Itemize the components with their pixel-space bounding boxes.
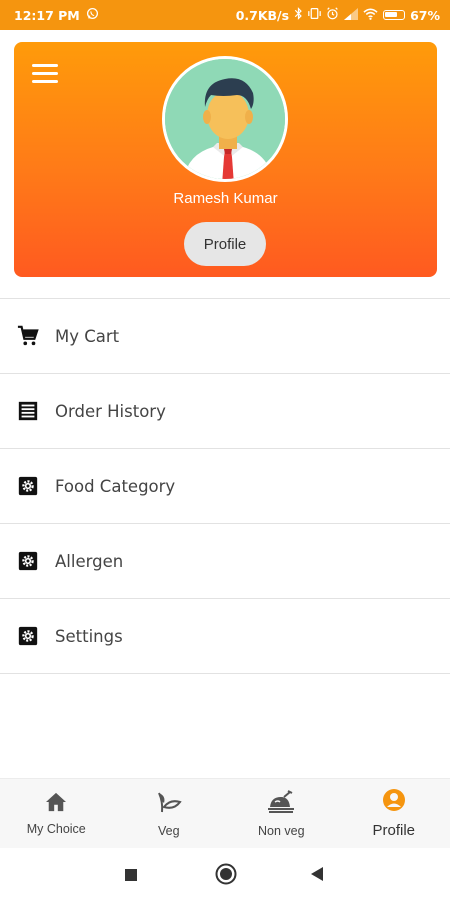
menu-item-food-category[interactable]: Food Category [0,449,450,524]
bottom-navigation: My Choice Veg Non veg Profile [0,778,450,848]
hamburger-menu-icon[interactable] [32,64,58,84]
menu-item-label: My Cart [55,326,120,346]
status-bar: 12:17 PM 0.7KB/s 67% [0,0,450,30]
cart-icon [16,324,40,348]
nav-item-non-veg[interactable]: Non veg [225,779,338,848]
avatar [162,56,288,182]
menu-item-order-history[interactable]: Order History [0,374,450,449]
account-circle-icon [382,788,406,817]
menu-item-label: Food Category [55,476,176,496]
nav-item-label: My Choice [26,821,86,836]
profile-header-card: Ramesh Kumar Profile [14,42,437,277]
profile-menu-list: My Cart Order History Food Category Alle… [0,298,450,674]
gear-icon [16,624,40,648]
home-circle-icon[interactable] [215,863,237,889]
alarm-icon [326,7,339,23]
receipt-icon [16,399,40,423]
roast-chicken-icon [266,789,296,819]
menu-item-settings[interactable]: Settings [0,599,450,674]
wifi-icon [363,8,378,23]
network-speed: 0.7KB/s [235,7,290,23]
battery-percent: 67% [410,7,440,23]
menu-item-label: Settings [55,626,123,646]
nav-item-label: Profile [372,822,416,839]
profile-button[interactable]: Profile [184,222,266,266]
home-icon [45,792,67,817]
gear-icon [16,549,40,573]
nav-item-label: Non veg [257,823,305,838]
signal-icon [344,7,359,23]
vibrate-icon [308,7,321,23]
bluetooth-icon [294,7,303,23]
system-navigation-bar [0,848,450,900]
battery-icon [383,10,406,20]
nav-item-label: Veg [157,823,180,838]
leaf-icon [156,790,182,819]
person-avatar-icon [165,59,285,179]
gear-icon [16,474,40,498]
back-icon[interactable] [310,866,324,886]
nav-item-veg[interactable]: Veg [113,779,226,848]
recents-icon[interactable] [124,867,138,886]
status-time: 12:17 PM [14,7,80,23]
nav-item-my-choice[interactable]: My Choice [0,779,113,848]
nav-item-profile[interactable]: Profile [338,779,450,848]
menu-item-my-cart[interactable]: My Cart [0,299,450,374]
user-name: Ramesh Kumar [173,190,278,207]
menu-item-label: Allergen [55,551,124,571]
menu-item-label: Order History [55,401,166,421]
menu-item-allergen[interactable]: Allergen [0,524,450,599]
whatsapp-icon [86,7,99,23]
